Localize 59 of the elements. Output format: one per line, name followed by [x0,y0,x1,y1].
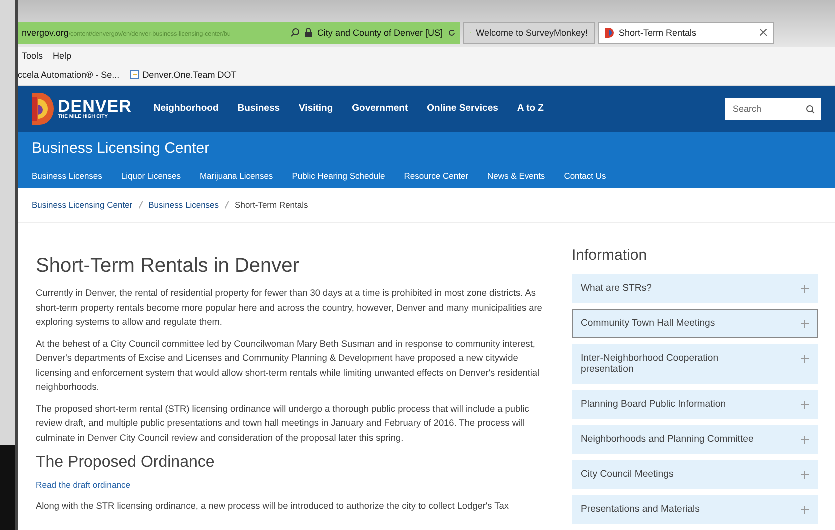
accordion-item[interactable]: Presentations and Materials [572,495,818,524]
menu-item[interactable]: Help [53,50,72,61]
logo-icon [32,92,54,125]
site-identity: City and County of Denver [US] [317,28,443,38]
breadcrumb-link[interactable]: Short-Term Rentals [235,200,308,210]
subnav-link[interactable]: Resource Center [404,171,469,182]
paragraph: At the behest of a City Council committee led by Councilwoman Mary Beth Susman and in response to community interest, Denver's departments of Excise and Licenses and Community Planning & Development have proposed a new citywide licensing and enforcement system that would allow short-term rentals while limiting unwanted effects on Denver's residential neighborhoods. [36,338,541,394]
plus-icon [801,471,809,480]
subnav-link[interactable]: Liquor Licenses [121,171,181,182]
nav-link[interactable]: Online Services [427,103,498,114]
accordion-item[interactable]: Inter-Neighborhood Cooperation presentation [572,344,818,384]
plus-icon [801,320,809,328]
plus-icon [801,355,809,364]
url-host: nvergov.org [22,28,69,38]
nav-link[interactable]: Visiting [299,103,334,114]
subnav-link[interactable]: Business Licenses [32,171,102,182]
accordion-item[interactable]: Planning Board Public Information [572,390,818,420]
page-title: Short-Term Rentals in Denver [36,255,300,278]
accordion-item[interactable]: Community Town Hall Meetings [572,309,818,338]
logo-name: DENVER [58,98,132,115]
accordion-item[interactable]: Neighborhoods and Planning Committee [572,425,818,454]
paragraph: Along with the STR licensing ordinance, a new process will be introduced to authorize the city to collect Lodger's Tax [36,500,510,514]
plus-icon [801,285,809,294]
browser-tab[interactable]: Short-Term Rentals [598,22,774,44]
nav-link[interactable]: Business [238,103,280,114]
nav-link[interactable]: Neighborhood [154,103,219,114]
logo-icon [605,28,614,38]
plus-icon [801,401,809,410]
draft-ordinance-link[interactable]: Read the draft ordinance [36,480,550,490]
bookmark-link[interactable]: ccela Automation® - Se... [18,70,120,80]
lock-icon [305,28,312,38]
search-icon[interactable] [806,104,815,114]
accordion-item[interactable]: What are STRs? [572,274,818,304]
close-icon[interactable] [760,29,767,36]
accordion-item[interactable]: City Council Meetings [572,460,818,490]
menu-item[interactable]: Tools [22,50,44,61]
bookmark-link[interactable]: Denver.One.Team DOT [142,70,237,80]
paragraph: The proposed short-term rental (STR) licensing ordinance will undergo a thorough public process that will include a public review draft, and multiple public presentations and town hall meetings in January and February of 2016. The process will culminate in Denver City Council review and consideration of the proposal later this spring. [36,402,530,445]
nav-link[interactable]: A to Z [517,103,544,114]
subnav-link[interactable]: Marijuana Licenses [200,171,274,182]
search-field[interactable]: Search [725,98,821,120]
section-heading: The Proposed Ordinance [36,454,216,472]
reload-icon[interactable] [448,28,456,37]
subnav-link[interactable]: Public Hearing Schedule [292,171,386,182]
slash-icon [225,200,230,209]
page-icon [130,70,140,80]
slash-icon [138,200,143,209]
paragraph: Currently in Denver, the rental of residential property for fewer than 30 days at a time is prohibited in most zone districts. As short-term property rentals become more popular here and across the country, however, Denver and many municipalities are exploring systems to allow and regulate them. [36,287,544,330]
search-icon [291,28,300,38]
sidebar-title: Information [572,247,648,264]
subnav-link[interactable]: Contact Us [564,171,606,182]
breadcrumb-link[interactable]: Business Licensing Center [32,200,133,210]
nav-link[interactable]: Government [352,103,408,114]
plus-icon [801,436,809,444]
section-title: Business Licensing Center [32,140,210,157]
plus-icon [801,506,809,514]
browser-tab[interactable]: Welcome to SurveyMonkey! [463,22,595,44]
subnav-link[interactable]: News & Events [488,171,546,182]
breadcrumb-link[interactable]: Business Licenses [148,200,220,210]
